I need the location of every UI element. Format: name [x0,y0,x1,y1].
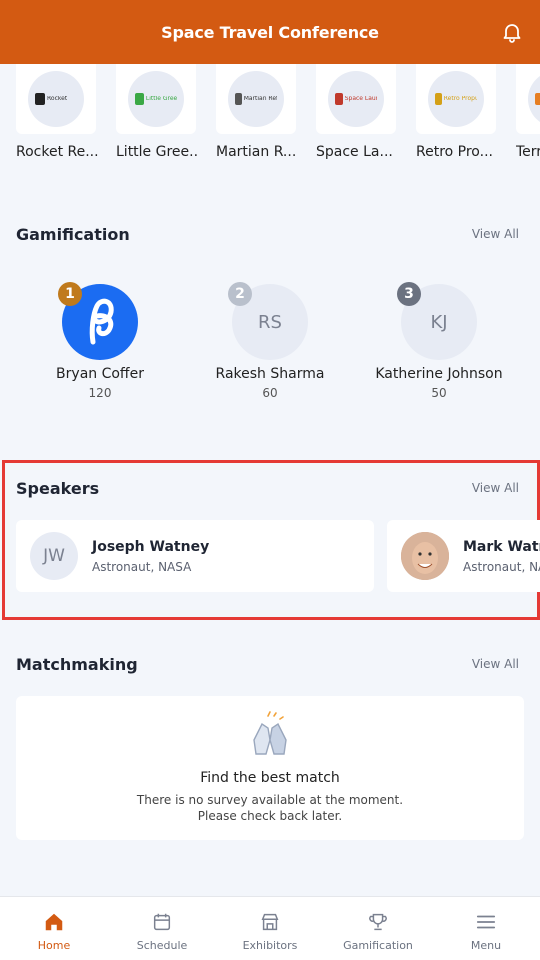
speakers-title: Speakers [16,479,100,498]
speaker-card[interactable]: JW Joseph Watney Astronaut, NASA [16,520,374,592]
matchmaking-empty-card: Find the best match There is no survey a… [16,696,524,840]
sponsor-item[interactable]: Little Green Little Gree... [116,64,198,160]
bell-icon[interactable] [500,20,524,44]
leader-name: Katherine Johnson [375,366,503,382]
sponsor-name: Terr [516,144,540,160]
sponsor-item[interactable]: Retro Propulsion Retro Pro... [416,64,496,160]
rank-badge: 1 [58,282,82,306]
avatar-initials: KJ [430,311,448,333]
speaker-role: Astronaut, NASA [463,560,540,574]
gamification-title: Gamification [16,225,130,244]
speaker-role: Astronaut, NASA [92,560,192,574]
rank-badge: 3 [397,282,421,306]
avatar: 1 [58,282,138,360]
home-icon [45,913,63,931]
sponsor-name: Little Gree... [116,144,198,160]
sponsor-item[interactable]: Rocket Rocket Re... [16,64,98,160]
leader-score: 60 [262,386,278,400]
tab-exhibitors[interactable]: Exhibitors [216,897,324,960]
storefront-icon [261,913,279,931]
conference-title: Space Travel Conference [161,22,379,42]
leader-score: 120 [88,386,112,400]
sponsor-item[interactable]: Terr [516,64,540,160]
gamification-view-all-link[interactable]: View All [472,227,519,241]
tab-label: Menu [470,939,502,952]
speaker-card[interactable]: Mark Watney Astronaut, NASA [387,520,540,592]
avatar: RS 2 [228,282,308,360]
sponsor-carousel[interactable]: Rocket Rocket Re... Little Green Little … [16,64,540,174]
sponsor-item[interactable]: Martian Refinery Martian R... [216,64,296,160]
rank-badge: 2 [228,282,252,306]
leader-name: Bryan Coffer [56,366,144,382]
leaderboard-entry[interactable]: 1 Bryan Coffer 120 [20,282,180,400]
speaker-name: Mark Watney [463,539,540,555]
tab-schedule[interactable]: Schedule [108,897,216,960]
tab-label: Home [37,939,71,952]
sponsor-logo: Space Launch [335,90,377,108]
sponsor-logo: Rocket [35,90,77,108]
logo-p-icon [89,298,114,345]
sponsor-name: Rocket Re... [16,144,98,160]
leader-name: Rakesh Sharma [215,366,325,382]
tab-gamification[interactable]: Gamification [324,897,432,960]
hamburger-menu-icon [476,915,496,929]
sponsor-logo: Retro Propulsion [435,90,477,108]
leader-score: 50 [431,386,447,400]
bottom-tab-bar: Home Schedule Exhibitors Gamification Me… [0,896,540,960]
tab-home[interactable]: Home [0,897,108,960]
sponsor-name: Martian R... [216,144,297,160]
tab-menu[interactable]: Menu [432,897,540,960]
trophy-icon [369,913,387,931]
sponsor-logo: Martian Refinery [235,90,277,108]
sponsor-logo [535,90,540,108]
calendar-icon [153,913,171,931]
tab-label: Schedule [136,939,188,952]
avatar-initials: RS [258,311,282,333]
leaderboard-entry[interactable]: KJ 3 Katherine Johnson 50 [359,282,519,400]
matchmaking-view-all-link[interactable]: View All [472,657,519,671]
speaker-name: Joseph Watney [92,539,210,555]
app-header: Space Travel Conference [0,0,540,64]
tab-label: Exhibitors [242,939,298,952]
matchmaking-heading: Find the best match [200,770,340,786]
high-five-icon [253,711,287,755]
avatar: JW [30,532,78,580]
avatar [401,532,449,580]
avatar: KJ 3 [397,282,477,360]
matchmaking-message-line: Please check back later. [197,809,343,823]
speakers-view-all-link[interactable]: View All [472,481,519,495]
matchmaking-title: Matchmaking [16,655,138,674]
sponsor-item[interactable]: Space Launch Space La... [316,64,396,160]
matchmaking-message-line: There is no survey available at the mome… [136,793,404,807]
sponsor-name: Retro Pro... [416,144,493,160]
sponsor-name: Space La... [316,144,393,160]
sponsor-logo: Little Green [135,90,177,108]
speaker-photo-icon [401,532,449,580]
tab-label: Gamification [343,939,413,952]
leaderboard-entry[interactable]: RS 2 Rakesh Sharma 60 [190,282,350,400]
